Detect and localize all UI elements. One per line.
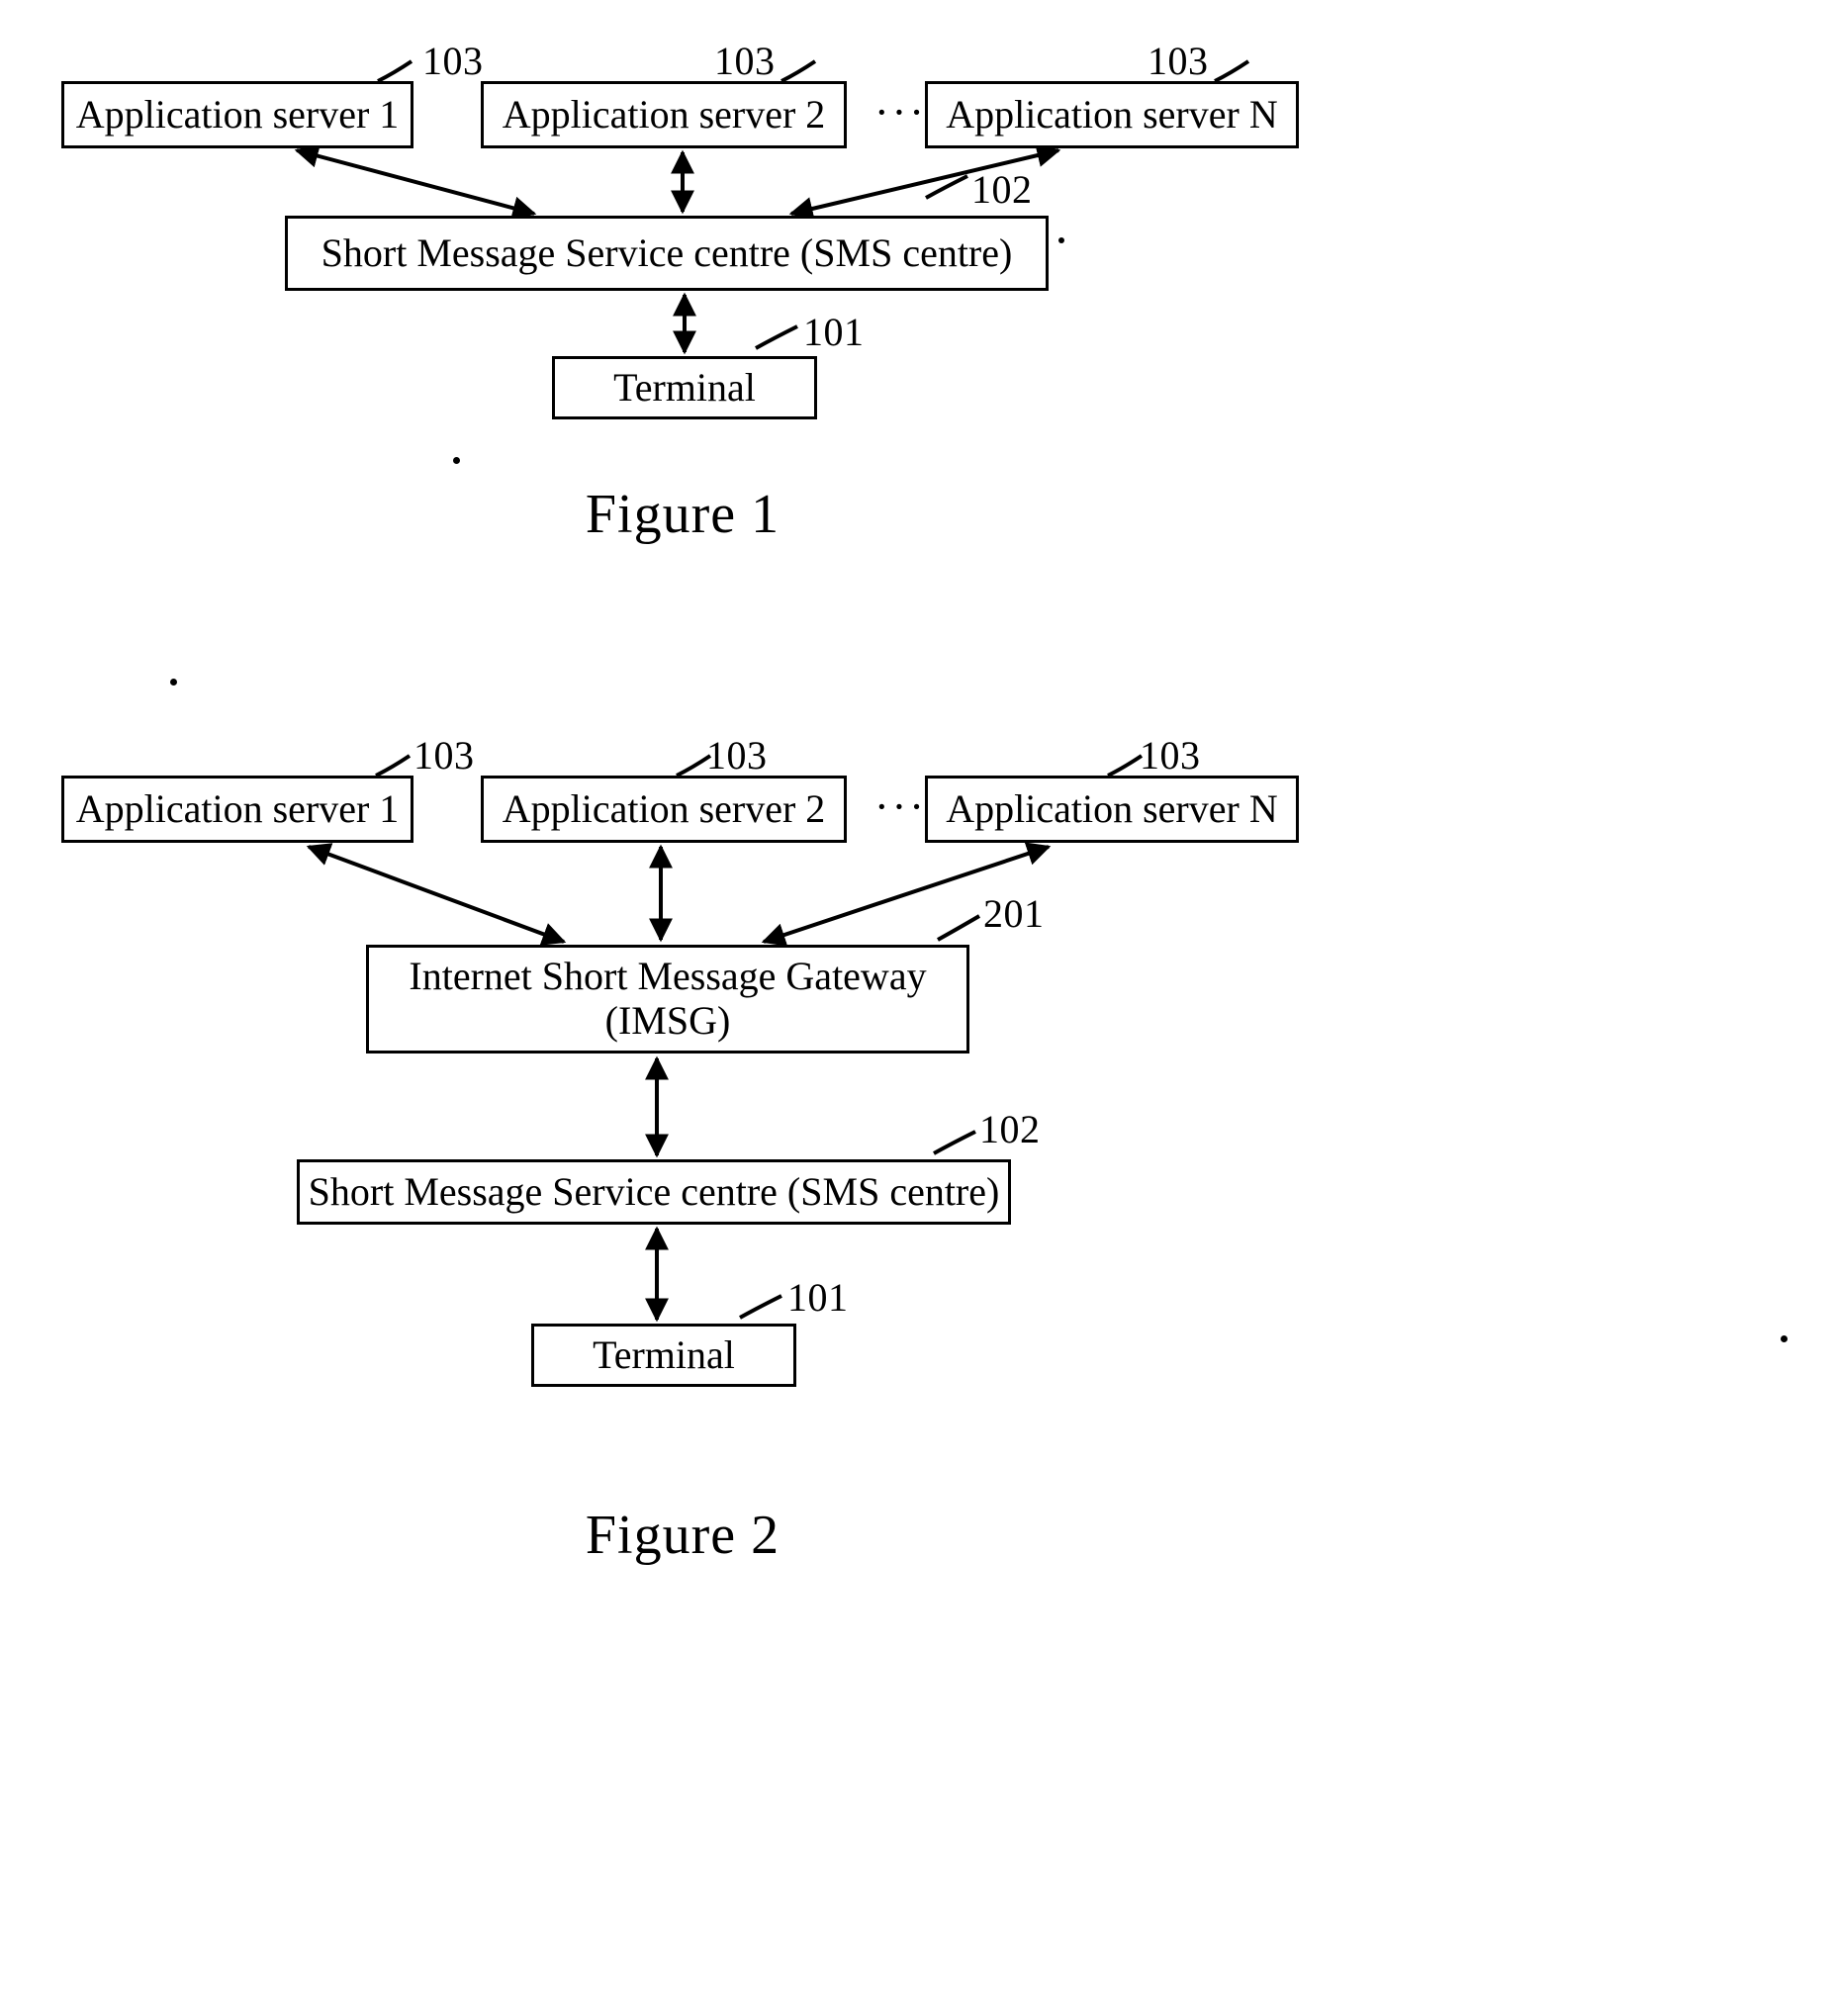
figure1-ref-103-as2: 103: [714, 39, 776, 83]
f2-link-as1-imsg: [306, 843, 567, 946]
figure2-imsg-box[interactable]: Internet Short Message Gateway (IMSG): [366, 945, 969, 1054]
figure1-sms-centre-label: Short Message Service centre (SMS centre…: [321, 229, 1013, 275]
figure2-ref-102-smsc: 102: [979, 1107, 1041, 1151]
figure1-application-server-2-label: Application server 2: [502, 91, 826, 137]
figure1-ref-103-as1: 103: [422, 39, 484, 83]
figure2-imsg-label: Internet Short Message Gateway (IMSG): [409, 954, 927, 1043]
figure1-sms-centre-box[interactable]: Short Message Service centre (SMS centre…: [285, 216, 1049, 291]
figure1-ref-102-smsc: 102: [971, 167, 1033, 212]
f1-leader-103-asn: [1214, 59, 1250, 83]
f2-leader-102-smsc: [933, 1130, 976, 1155]
figure1-application-server-1-box[interactable]: Application server 1: [61, 81, 413, 148]
figure2-sms-centre-label: Short Message Service centre (SMS centre…: [308, 1168, 1000, 1214]
figure1-application-server-2-box[interactable]: Application server 2: [481, 81, 847, 148]
figure1-application-server-n-box[interactable]: Application server N: [925, 81, 1299, 148]
figure1-ellipsis: ···: [874, 88, 927, 137]
f1-link-as1-smsc: [294, 143, 537, 221]
figure1-caption: Figure 1: [585, 484, 780, 545]
f2-leader-103-asn: [1107, 754, 1144, 778]
figure2-ellipsis: ···: [874, 782, 927, 831]
scan-speck: [170, 679, 177, 686]
scan-speck: [1781, 1335, 1788, 1342]
figure1-application-server-1-label: Application server 1: [75, 91, 400, 137]
figure2-application-server-2-label: Application server 2: [502, 785, 826, 831]
figure2-sms-centre-box[interactable]: Short Message Service centre (SMS centre…: [297, 1159, 1011, 1225]
figure2-application-server-1-label: Application server 1: [75, 785, 400, 831]
scan-speck: [1058, 237, 1064, 243]
f1-leader-101-terminal: [755, 324, 798, 350]
figure2-terminal-label: Terminal: [593, 1331, 735, 1377]
f1-leader-103-as1: [377, 59, 413, 83]
figure2-ref-103-as2: 103: [706, 733, 768, 778]
figure1-terminal-label: Terminal: [613, 364, 756, 410]
patent-drawing-sheet: Application server 1 103 Application ser…: [0, 0, 1836, 2016]
figure2-application-server-n-label: Application server N: [946, 785, 1278, 831]
f1-leader-103-as2: [780, 59, 817, 83]
figure2-ref-201-imsg: 201: [983, 891, 1045, 936]
f2-leader-201-imsg: [937, 914, 981, 942]
figure2-application-server-1-box[interactable]: Application server 1: [61, 776, 413, 843]
figure2-ref-103-asn: 103: [1140, 733, 1201, 778]
figure1-application-server-n-label: Application server N: [946, 91, 1278, 137]
f2-leader-101-terminal: [739, 1294, 782, 1320]
figure2-terminal-box[interactable]: Terminal: [531, 1324, 796, 1387]
scan-speck: [453, 457, 460, 464]
figure2-ref-103-as1: 103: [413, 733, 475, 778]
figure2-application-server-n-box[interactable]: Application server N: [925, 776, 1299, 843]
figure1-terminal-box[interactable]: Terminal: [552, 356, 817, 419]
figure2-ref-101-terminal: 101: [787, 1275, 849, 1320]
figure1-ref-101-terminal: 101: [803, 310, 865, 354]
f2-leader-103-as1: [375, 754, 412, 778]
figure2-application-server-2-box[interactable]: Application server 2: [481, 776, 847, 843]
figure2-caption: Figure 2: [585, 1505, 780, 1566]
figure1-ref-103-asn: 103: [1148, 39, 1209, 83]
f2-leader-103-as2: [676, 754, 712, 778]
